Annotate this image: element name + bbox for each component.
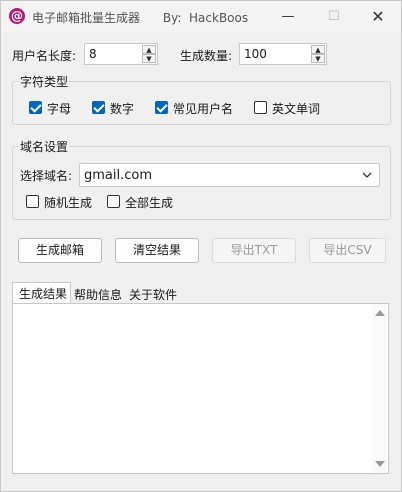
scroll-down-arrow-icon[interactable] [375, 461, 385, 467]
export-txt-button[interactable]: 导出TXT [212, 238, 296, 263]
count-label: 生成数量: [180, 49, 233, 63]
checkbox-checked-icon [29, 101, 42, 114]
checkbox-common-usernames[interactable]: 常见用户名 [155, 100, 245, 116]
username-length-value: 8 [89, 47, 97, 61]
domain-select-label: 选择域名: [20, 169, 73, 183]
minimize-button[interactable]: — [265, 1, 311, 32]
checkbox-checked-icon [92, 101, 105, 114]
username-length-label: 用户名长度: [12, 49, 77, 63]
tab-results[interactable]: 生成结果 [12, 282, 71, 304]
spin-up-arrow-icon[interactable]: ▲ [142, 45, 156, 54]
tab-help[interactable]: 帮助信息 [74, 286, 122, 303]
spin-down-arrow-icon[interactable]: ▼ [311, 54, 325, 63]
maximize-button[interactable]: ☐ [311, 1, 357, 32]
count-spinbox[interactable]: 100 ▲ ▼ [239, 43, 327, 65]
scroll-up-arrow-icon[interactable] [375, 310, 385, 316]
tab-about[interactable]: 关于软件 [129, 286, 177, 303]
chevron-down-icon [362, 172, 372, 178]
checkbox-random-domain[interactable]: 随机生成 [26, 194, 101, 210]
checkbox-english-words[interactable]: 英文单词 [254, 100, 334, 116]
export-csv-button[interactable]: 导出CSV [309, 238, 386, 263]
checkbox-all-domains[interactable]: 全部生成 [107, 194, 182, 210]
vertical-scrollbar[interactable] [372, 304, 388, 473]
app-window: @ 电子邮箱批量生成器 By: HackBoos — ☐ ✕ 用户名长度: 8 … [0, 0, 402, 492]
count-value: 100 [244, 47, 267, 61]
checkbox-unchecked-icon [26, 195, 39, 208]
checkbox-digits[interactable]: 数字 [92, 100, 152, 116]
at-sign-icon: @ [9, 8, 25, 24]
clear-results-button[interactable]: 清空结果 [115, 238, 199, 263]
spin-up-arrow-icon[interactable]: ▲ [311, 45, 325, 54]
spin-down-arrow-icon[interactable]: ▼ [142, 54, 156, 63]
window-title: 电子邮箱批量生成器 By: HackBoos [32, 11, 249, 25]
char-type-group-title: 字符类型 [19, 73, 70, 90]
domain-select[interactable]: gmail.com [79, 163, 380, 187]
domain-select-value: gmail.com [84, 168, 153, 183]
generate-button[interactable]: 生成邮箱 [18, 238, 102, 263]
checkbox-unchecked-icon [107, 195, 120, 208]
checkbox-checked-icon [155, 101, 168, 114]
close-button[interactable]: ✕ [355, 1, 401, 32]
checkbox-letters[interactable]: 字母 [29, 100, 89, 116]
username-length-spinbox[interactable]: 8 ▲ ▼ [84, 43, 158, 65]
checkbox-unchecked-icon [254, 101, 267, 114]
title-bar[interactable]: @ 电子邮箱批量生成器 By: HackBoos — ☐ ✕ [1, 1, 401, 32]
results-text-area[interactable] [12, 303, 389, 474]
domain-group-title: 域名设置 [19, 138, 70, 155]
